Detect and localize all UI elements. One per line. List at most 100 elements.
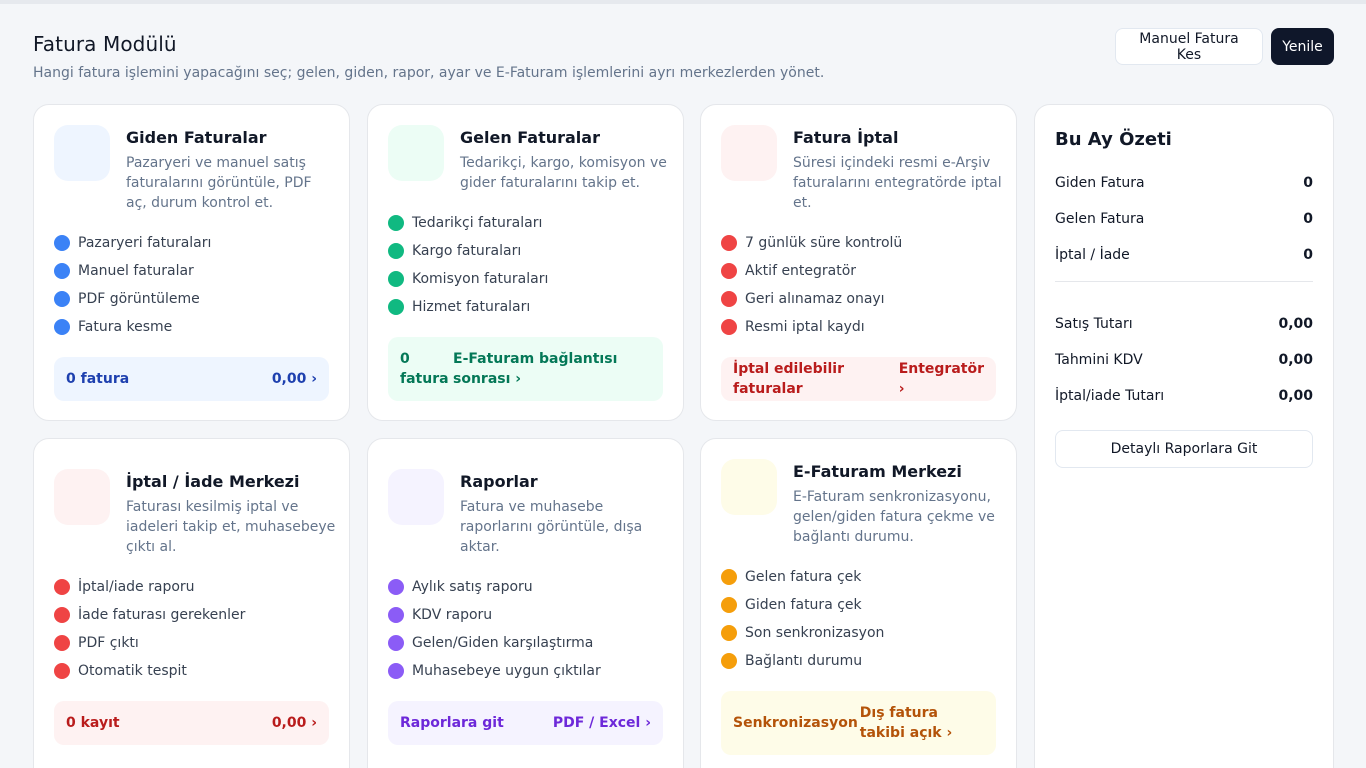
card-reports[interactable]: Raporlar Fatura ve muhasebe raporlarını … <box>367 438 684 768</box>
footer-status: E-Faturam bağlantısı sonrası › <box>453 351 618 387</box>
bullet-dot-icon <box>721 235 737 251</box>
bullet-dot-icon <box>54 663 70 679</box>
detailed-reports-button[interactable]: Detaylı Raporlara Git <box>1055 430 1313 468</box>
bullet-dot-icon <box>721 653 737 669</box>
feature-list: Tedarikçi faturaları Kargo faturaları Ko… <box>388 209 548 321</box>
footer-integrator: Entegratör › <box>898 361 984 397</box>
list-item: Son senkronizasyon <box>721 619 884 647</box>
card-efaturam-center[interactable]: E-Faturam Merkezi E-Faturam senkronizasy… <box>700 438 1017 768</box>
footer-count: 0 fatura <box>400 351 449 387</box>
card-footer-link[interactable]: 0 fatura E-Faturam bağlantısı sonrası › <box>388 337 663 401</box>
footer-label: Raporlara git <box>400 715 504 731</box>
card-incoming-invoices[interactable]: Gelen Faturalar Tedarikçi, kargo, komisy… <box>367 104 684 421</box>
footer-count: 0 kayıt <box>66 715 120 731</box>
card-description: Faturası kesilmiş iptal ve iadeleri taki… <box>126 499 336 555</box>
page-title: Fatura Modülü <box>33 32 177 56</box>
list-item: Hizmet faturaları <box>388 293 548 321</box>
list-item: Gelen/Giden karşılaştırma <box>388 629 601 657</box>
card-description: Süresi içindeki resmi e-Arşiv faturaları… <box>793 155 1002 211</box>
footer-amount: 0,00 › <box>271 715 317 731</box>
bullet-dot-icon <box>54 319 70 335</box>
footer-amount: 0,00 › <box>271 371 317 387</box>
bullet-dot-icon <box>388 299 404 315</box>
bullet-dot-icon <box>388 607 404 623</box>
list-item: Tedarikçi faturaları <box>388 209 548 237</box>
summary-row-cancel-return: İptal / İade 0 <box>1055 247 1313 263</box>
list-item: Gelen fatura çek <box>721 563 884 591</box>
list-item: Manuel faturalar <box>54 257 211 285</box>
list-item: Otomatik tespit <box>54 657 245 685</box>
summary-row-return-amount: İptal/iade Tutarı 0,00 <box>1055 388 1313 404</box>
list-item: KDV raporu <box>388 601 601 629</box>
footer-status: Dış fatura takibi açık › <box>859 705 953 741</box>
card-title: Raporlar <box>460 472 538 491</box>
incoming-invoice-icon <box>388 125 444 181</box>
card-footer-link[interactable]: 0 fatura 0,00 › <box>54 357 329 401</box>
bullet-dot-icon <box>721 569 737 585</box>
efaturam-icon <box>721 459 777 515</box>
refresh-button[interactable]: Yenile <box>1271 28 1334 65</box>
cancel-invoice-icon <box>721 125 777 181</box>
list-item: Aylık satış raporu <box>388 573 601 601</box>
footer-count: 0 fatura <box>66 371 130 387</box>
feature-list: Pazaryeri faturaları Manuel faturalar PD… <box>54 229 211 341</box>
list-item: Resmi iptal kaydı <box>721 313 902 341</box>
bullet-dot-icon <box>388 579 404 595</box>
bullet-dot-icon <box>54 235 70 251</box>
bullet-dot-icon <box>54 263 70 279</box>
page-header: Fatura Modülü Hangi fatura işlemini yapa… <box>33 32 824 81</box>
card-invoice-cancel[interactable]: Fatura İptal Süresi içindeki resmi e-Arş… <box>700 104 1017 421</box>
monthly-summary-panel: Bu Ay Özeti Giden Fatura 0 Gelen Fatura … <box>1034 104 1334 768</box>
card-description: Tedarikçi, kargo, komisyon ve gider fatu… <box>460 155 667 191</box>
card-title: Fatura İptal <box>793 128 899 147</box>
bullet-dot-icon <box>54 607 70 623</box>
list-item: Fatura kesme <box>54 313 211 341</box>
bullet-dot-icon <box>721 263 737 279</box>
bullet-dot-icon <box>388 663 404 679</box>
card-description: Fatura ve muhasebe raporlarını görüntüle… <box>460 499 643 555</box>
card-title: E-Faturam Merkezi <box>793 462 962 481</box>
summary-title: Bu Ay Özeti <box>1055 129 1172 150</box>
return-center-icon <box>54 469 110 525</box>
card-footer-link[interactable]: İptal edilebilir faturalar Entegratör › <box>721 357 996 401</box>
summary-row-outgoing: Giden Fatura 0 <box>1055 175 1313 191</box>
summary-divider <box>1055 281 1313 282</box>
card-footer-link[interactable]: Senkronizasyon Dış fatura takibi açık › <box>721 691 996 755</box>
feature-list: 7 günlük süre kontrolü Aktif entegratör … <box>721 229 902 341</box>
list-item: Komisyon faturaları <box>388 265 548 293</box>
list-item: 7 günlük süre kontrolü <box>721 229 902 257</box>
feature-list: Gelen fatura çek Giden fatura çek Son se… <box>721 563 884 675</box>
manual-invoice-button[interactable]: Manuel Fatura Kes <box>1115 28 1263 65</box>
page-subtitle: Hangi fatura işlemini yapacağını seç; ge… <box>33 65 825 81</box>
bullet-dot-icon <box>721 597 737 613</box>
bullet-dot-icon <box>721 625 737 641</box>
summary-row-sales-amount: Satış Tutarı 0,00 <box>1055 316 1313 332</box>
list-item: PDF çıktı <box>54 629 245 657</box>
card-title: Giden Faturalar <box>126 128 267 147</box>
bullet-dot-icon <box>54 635 70 651</box>
list-item: Kargo faturaları <box>388 237 548 265</box>
card-title: İptal / İade Merkezi <box>126 472 300 491</box>
footer-label: İptal edilebilir faturalar <box>733 361 844 397</box>
list-item: İptal/iade raporu <box>54 573 245 601</box>
list-item: Pazaryeri faturaları <box>54 229 211 257</box>
card-footer-link[interactable]: 0 kayıt 0,00 › <box>54 701 329 745</box>
bullet-dot-icon <box>388 271 404 287</box>
card-return-center[interactable]: İptal / İade Merkezi Faturası kesilmiş i… <box>33 438 350 768</box>
summary-row-estimated-vat: Tahmini KDV 0,00 <box>1055 352 1313 368</box>
card-description: E-Faturam senkronizasyonu, gelen/giden f… <box>793 489 995 545</box>
card-footer-link[interactable]: Raporlara git PDF / Excel › <box>388 701 663 745</box>
bullet-dot-icon <box>54 291 70 307</box>
list-item: Bağlantı durumu <box>721 647 884 675</box>
header-actions: Manuel Fatura Kes Yenile <box>1115 28 1334 65</box>
bullet-dot-icon <box>388 635 404 651</box>
bullet-dot-icon <box>388 215 404 231</box>
footer-label: Senkronizasyon <box>733 715 858 731</box>
summary-row-incoming: Gelen Fatura 0 <box>1055 211 1313 227</box>
card-outgoing-invoices[interactable]: Giden Faturalar Pazaryeri ve manuel satı… <box>33 104 350 421</box>
feature-list: Aylık satış raporu KDV raporu Gelen/Gide… <box>388 573 601 685</box>
card-title: Gelen Faturalar <box>460 128 600 147</box>
card-description: Pazaryeri ve manuel satış faturalarını g… <box>126 155 312 211</box>
outgoing-invoice-icon <box>54 125 110 181</box>
bullet-dot-icon <box>54 579 70 595</box>
